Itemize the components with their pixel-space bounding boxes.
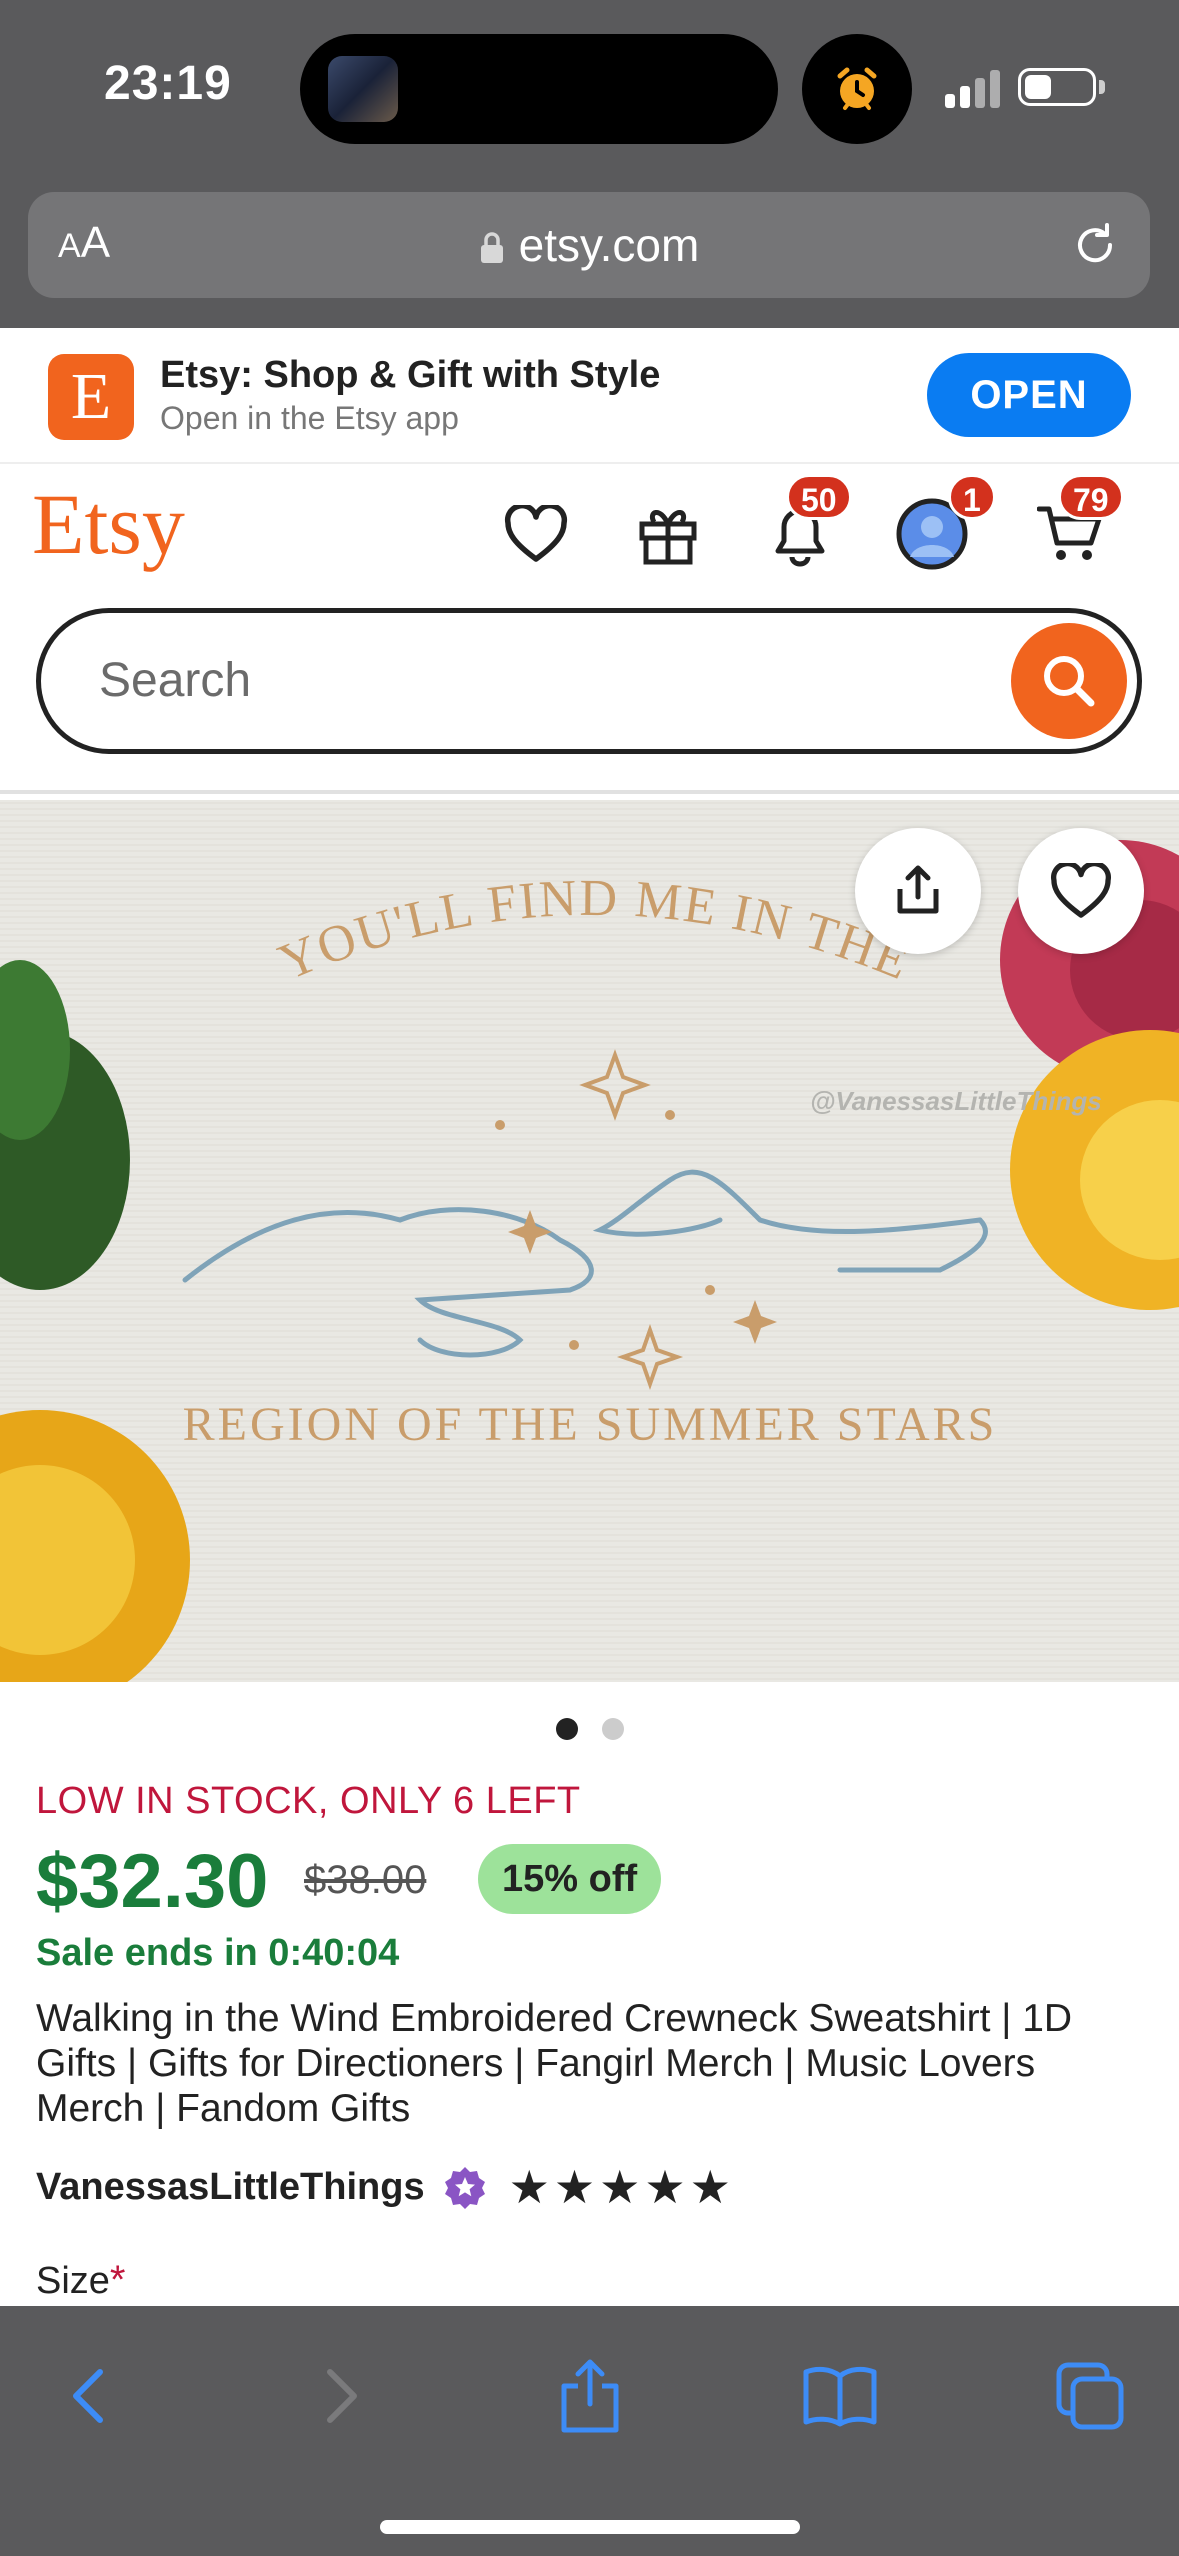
battery-icon bbox=[1018, 68, 1096, 106]
status-bar: 23:19 bbox=[0, 0, 1179, 175]
alarm-clock-icon[interactable] bbox=[802, 34, 912, 144]
lock-icon bbox=[479, 222, 505, 276]
discount-badge: 15% off bbox=[478, 1844, 662, 1914]
listing-title: Walking in the Wind Embroidered Crewneck… bbox=[36, 1997, 1073, 2130]
bookmarks-button[interactable] bbox=[790, 2346, 890, 2446]
embroidery-text-bottom: REGION OF THE SUMMER STARS bbox=[183, 1398, 998, 1451]
carousel-dots[interactable] bbox=[0, 1718, 1179, 1745]
cart-badge: 79 bbox=[1058, 474, 1124, 520]
star-icon: ★ bbox=[689, 2161, 731, 2213]
star-seller-icon bbox=[443, 2165, 487, 2209]
carousel-dot[interactable] bbox=[601, 1718, 624, 1740]
seller-name[interactable]: VanessasLittleThings bbox=[36, 2166, 425, 2209]
account-badge: 1 bbox=[948, 474, 996, 520]
browser-toolbar bbox=[0, 2306, 1179, 2556]
sale-price: $32.30 bbox=[36, 1839, 269, 1924]
app-banner-subtitle: Open in the Etsy app bbox=[160, 400, 459, 436]
favorites-heart-icon[interactable] bbox=[496, 494, 576, 574]
heart-icon bbox=[1051, 863, 1111, 918]
tabs-icon bbox=[1056, 2362, 1124, 2430]
gift-icon[interactable] bbox=[628, 494, 708, 574]
address-bar[interactable]: AA etsy.com bbox=[28, 192, 1150, 298]
open-app-button[interactable]: OPEN bbox=[927, 353, 1131, 437]
share-icon bbox=[897, 865, 939, 914]
star-icon: ★ bbox=[599, 2161, 641, 2213]
seller-row[interactable]: VanessasLittleThings ★ ★ ★ ★ ★ bbox=[36, 2164, 735, 2210]
star-icon: ★ bbox=[644, 2161, 686, 2213]
status-time: 23:19 bbox=[104, 57, 232, 110]
carousel-dot[interactable] bbox=[555, 1718, 578, 1740]
etsy-logo[interactable]: Etsy bbox=[32, 474, 185, 574]
url-field[interactable]: etsy.com bbox=[28, 218, 1150, 276]
app-banner-title: Etsy: Shop & Gift with Style bbox=[160, 354, 661, 396]
stock-warning: LOW IN STOCK, ONLY 6 LEFT bbox=[36, 1780, 581, 1822]
share-button[interactable] bbox=[855, 828, 981, 954]
share-icon bbox=[561, 2359, 619, 2433]
home-indicator[interactable] bbox=[380, 2520, 800, 2534]
notifications-badge: 50 bbox=[786, 474, 852, 520]
now-playing-thumbnail[interactable] bbox=[328, 56, 398, 122]
chevron-right-icon bbox=[327, 2369, 357, 2423]
forward-button[interactable] bbox=[292, 2346, 392, 2446]
star-icon: ★ bbox=[508, 2161, 550, 2213]
reload-icon[interactable] bbox=[1070, 220, 1120, 275]
rating-stars[interactable]: ★ ★ ★ ★ ★ bbox=[509, 2164, 735, 2210]
size-label: Size* bbox=[36, 2258, 126, 2302]
original-price: $38.00 bbox=[304, 1858, 427, 1902]
photo-watermark: @VanessasLittleThings bbox=[810, 1086, 1102, 1116]
required-marker: * bbox=[109, 2258, 126, 2302]
star-icon: ★ bbox=[553, 2161, 596, 2213]
search-input[interactable]: Search bbox=[36, 608, 1142, 754]
share-page-button[interactable] bbox=[540, 2346, 640, 2446]
url-text: etsy.com bbox=[518, 219, 700, 271]
sale-countdown: Sale ends in 0:40:04 bbox=[36, 1932, 400, 1974]
header-divider bbox=[0, 790, 1179, 794]
tabs-button[interactable] bbox=[1040, 2346, 1140, 2446]
search-placeholder: Search bbox=[99, 654, 252, 707]
product-photo[interactable]: YOU'LL FIND ME IN THE @VanessasLittleThi… bbox=[0, 800, 1179, 1682]
chevron-left-icon bbox=[73, 2369, 103, 2423]
search-button[interactable] bbox=[1011, 623, 1127, 739]
back-button[interactable] bbox=[38, 2346, 138, 2446]
favorite-listing-button[interactable] bbox=[1018, 828, 1144, 954]
dynamic-island[interactable] bbox=[300, 34, 778, 144]
search-icon bbox=[1044, 656, 1095, 707]
site-header: Etsy 50 1 79 bbox=[0, 464, 1179, 594]
app-banner: E Etsy: Shop & Gift with Style Open in t… bbox=[0, 328, 1179, 464]
book-icon bbox=[803, 2366, 877, 2427]
cellular-signal-icon bbox=[945, 68, 1001, 108]
etsy-app-icon[interactable]: E bbox=[48, 354, 134, 440]
web-page: E Etsy: Shop & Gift with Style Open in t… bbox=[0, 328, 1179, 2306]
